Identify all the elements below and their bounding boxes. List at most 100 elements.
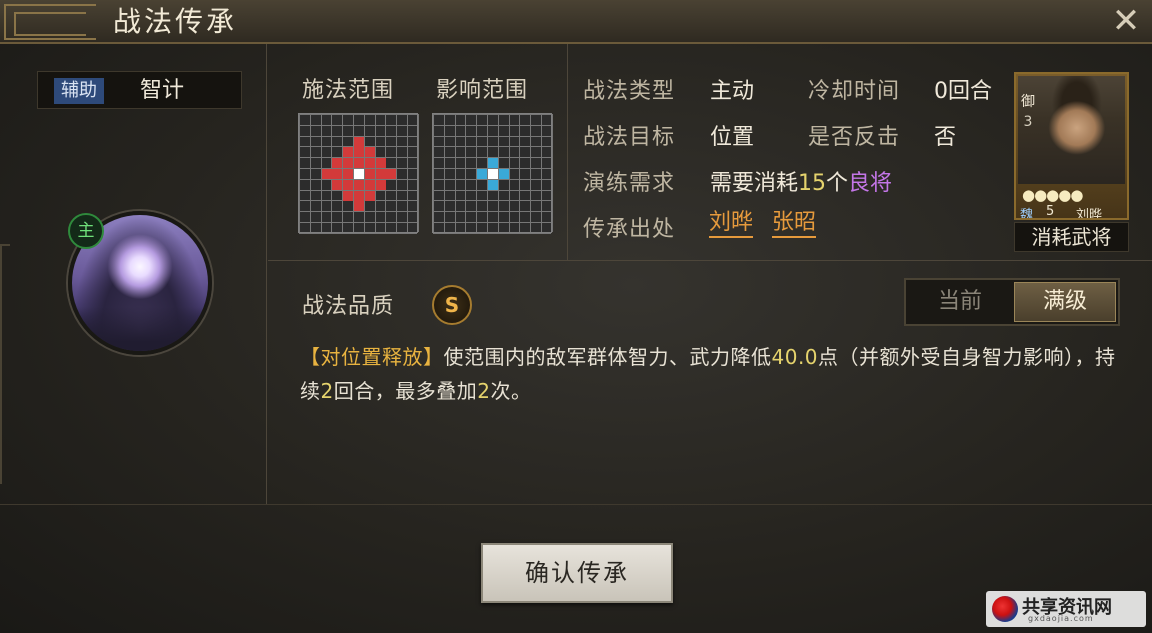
grid-line	[299, 114, 300, 232]
counter-value: 否	[934, 125, 957, 150]
title-bar: 战法传承 ✕	[0, 0, 1152, 44]
effect-range-grid	[432, 113, 553, 234]
grid-line	[407, 114, 408, 232]
general-card[interactable]: 御 3 ●●●●● 魏 5 刘晔	[1014, 72, 1129, 220]
desc-number: 40.0	[771, 345, 819, 369]
confirm-inherit-button[interactable]: 确认传承	[481, 543, 673, 603]
training-label: 演练需求	[583, 171, 676, 196]
range-cell	[498, 169, 509, 179]
range-cell	[354, 136, 364, 147]
skill-name: 智计	[140, 78, 185, 103]
range-cell	[354, 158, 364, 169]
range-cell	[488, 169, 498, 179]
grid-line	[433, 222, 551, 223]
source-general-link[interactable]: 张昭	[772, 210, 817, 238]
skill-type-label: 战法类型	[583, 79, 676, 104]
range-cell	[343, 158, 354, 169]
current-level-tab[interactable]: 当前	[908, 282, 1012, 322]
grid-line	[433, 124, 551, 126]
range-cell	[364, 158, 375, 169]
skill-icon-frame: 主	[68, 211, 212, 355]
grid-line	[433, 200, 551, 202]
effect-range-label: 影响范围	[436, 78, 529, 103]
range-cell	[343, 147, 354, 158]
training-unit: 个	[826, 171, 849, 196]
training-count: 15	[798, 171, 827, 196]
source-label: 传承出处	[583, 217, 676, 242]
skill-type-value: 主动	[710, 79, 755, 104]
cast-range-grid	[298, 113, 419, 234]
general-portrait	[1018, 76, 1125, 184]
level-toggle: 当前 满级	[904, 278, 1120, 326]
watermark-logo-icon	[992, 596, 1018, 622]
range-cell	[488, 158, 498, 169]
range-cell	[386, 169, 397, 179]
training-prefix: 需要消耗	[710, 171, 799, 196]
skill-target-value: 位置	[710, 125, 755, 150]
general-level: 5	[1046, 204, 1055, 219]
range-cell	[375, 179, 386, 190]
range-cell	[321, 169, 332, 179]
grid-line	[299, 232, 417, 234]
desc-number: 2	[320, 379, 334, 403]
general-stars: ●●●●●	[1022, 186, 1083, 204]
general-name: 刘晔	[1076, 208, 1103, 220]
skill-inherit-panel: 战法传承 ✕ 辅助 智计 主 施法范围 影响范围 战法类型 主动 冷却时间 0回…	[0, 0, 1152, 633]
range-cell	[375, 158, 386, 169]
grid-line	[530, 114, 532, 232]
skill-info: 战法类型 主动 冷却时间 0回合 战法目标 位置 是否反击 否 演练需求 需要消…	[567, 44, 1152, 260]
training-quality: 良将	[848, 171, 893, 196]
grid-line	[433, 114, 551, 115]
grid-line	[433, 211, 551, 213]
range-cell	[364, 169, 375, 179]
range-cell	[364, 190, 375, 201]
range-cell	[364, 179, 375, 190]
desc-number: 2	[477, 379, 491, 403]
range-cell	[343, 169, 354, 179]
consume-general-label: 消耗武将	[1014, 222, 1129, 252]
general-faction: 魏	[1020, 208, 1034, 220]
close-icon[interactable]: ✕	[1108, 4, 1144, 40]
grid-line	[299, 114, 417, 115]
quality-label: 战法品质	[302, 294, 395, 319]
range-cell	[354, 190, 364, 201]
skill-summary: 辅助 智计 主	[0, 44, 267, 504]
grid-line	[519, 114, 521, 232]
range-cell	[343, 179, 354, 190]
grid-line	[433, 135, 551, 137]
grid-line	[465, 114, 467, 232]
skill-target-label: 战法目标	[583, 125, 676, 150]
divider	[268, 260, 1152, 261]
quality-badge: S	[432, 285, 472, 325]
range-cell	[354, 147, 364, 158]
counter-label: 是否反击	[808, 125, 901, 150]
range-cell	[332, 158, 343, 169]
range-cell	[477, 169, 488, 179]
grid-line	[433, 114, 434, 232]
range-cell	[354, 201, 364, 212]
max-level-tab[interactable]: 满级	[1014, 282, 1116, 322]
range-cell	[332, 169, 343, 179]
grid-line	[309, 114, 311, 232]
grid-line	[417, 114, 419, 232]
grid-line	[454, 114, 456, 232]
range-cell	[332, 179, 343, 190]
general-type: 御	[1021, 94, 1035, 110]
divider	[0, 504, 1152, 505]
role-badge: 辅助	[54, 78, 104, 104]
range-cell	[343, 190, 354, 201]
cooldown-label: 冷却时间	[808, 79, 901, 104]
grid-line	[433, 146, 551, 148]
range-cell	[375, 169, 386, 179]
grid-line	[551, 114, 553, 232]
watermark-sub: gxdaojia.com	[1028, 614, 1094, 623]
range-cell	[354, 169, 364, 179]
range-area: 施法范围 影响范围	[268, 44, 566, 260]
source-general-link[interactable]: 刘晔	[709, 210, 754, 238]
watermark: 共享资讯网 gxdaojia.com	[986, 591, 1146, 627]
desc-text: 回合，最多叠加	[333, 379, 478, 403]
grid-line	[299, 124, 417, 126]
desc-tag: 【对位置释放】	[300, 345, 444, 369]
cooldown-value: 0回合	[934, 79, 992, 104]
title-ornament	[4, 4, 96, 40]
